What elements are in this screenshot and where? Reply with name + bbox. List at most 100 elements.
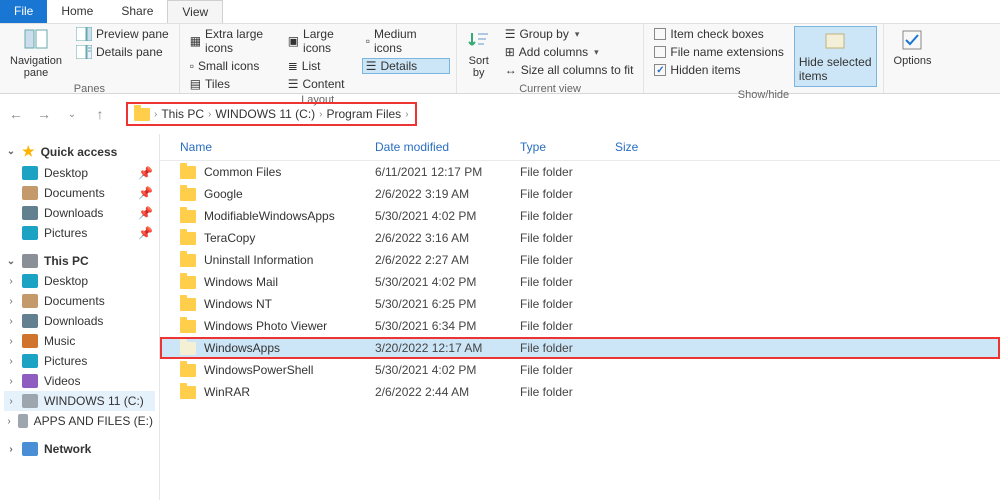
group-show-hide: Item check boxes File name extensions Hi…: [644, 24, 883, 93]
breadcrumb[interactable]: › This PC › WINDOWS 11 (C:) › Program Fi…: [126, 102, 417, 126]
layout-small[interactable]: ▫Small icons: [186, 58, 284, 74]
file-type: File folder: [520, 385, 615, 399]
breadcrumb-item[interactable]: WINDOWS 11 (C:): [215, 107, 315, 121]
file-row[interactable]: TeraCopy2/6/2022 3:16 AMFile folder: [160, 227, 1000, 249]
expand-icon: ›: [6, 316, 16, 327]
grid-icon: ▫: [190, 59, 194, 73]
file-row[interactable]: Windows NT5/30/2021 6:25 PMFile folder: [160, 293, 1000, 315]
tab-share[interactable]: Share: [107, 0, 167, 23]
group-panes: Navigation pane Preview pane Details pan…: [0, 24, 180, 93]
file-name: Common Files: [204, 165, 281, 179]
file-row[interactable]: Windows Photo Viewer5/30/2021 6:34 PMFil…: [160, 315, 1000, 337]
file-row[interactable]: Common Files6/11/2021 12:17 PMFile folde…: [160, 161, 1000, 183]
tree-quick-access[interactable]: ⌄★Quick access: [4, 140, 155, 163]
tree-item[interactable]: Pictures📌: [4, 223, 155, 243]
file-type: File folder: [520, 209, 615, 223]
folder-type-icon: [22, 314, 38, 328]
group-by-button[interactable]: ☰Group by▾: [501, 26, 638, 42]
tree-item[interactable]: ›WINDOWS 11 (C:): [4, 391, 155, 411]
tree-item[interactable]: ›Pictures: [4, 351, 155, 371]
breadcrumb-item[interactable]: This PC: [161, 107, 204, 121]
tree-item[interactable]: ›Downloads: [4, 311, 155, 331]
breadcrumb-item[interactable]: Program Files: [327, 107, 402, 121]
file-date: 2/6/2022 2:27 AM: [375, 253, 520, 267]
file-type: File folder: [520, 187, 615, 201]
file-name: Uninstall Information: [204, 253, 313, 267]
expand-icon: ›: [6, 376, 16, 387]
forward-button[interactable]: →: [32, 102, 56, 126]
chevron-down-icon: ▾: [594, 47, 599, 58]
col-date[interactable]: Date modified: [375, 140, 520, 154]
hide-selected-button[interactable]: Hide selected items: [794, 26, 877, 87]
hidden-items-toggle[interactable]: Hidden items: [650, 62, 787, 78]
tab-file[interactable]: File: [0, 0, 47, 23]
file-row[interactable]: WinRAR2/6/2022 2:44 AMFile folder: [160, 381, 1000, 403]
ribbon: Navigation pane Preview pane Details pan…: [0, 24, 1000, 94]
navigation-pane-button[interactable]: Navigation pane: [6, 26, 66, 81]
tree-item[interactable]: ›Documents: [4, 291, 155, 311]
up-button[interactable]: ↑: [88, 102, 112, 126]
layout-extra-large[interactable]: ▦Extra large icons: [186, 26, 284, 56]
checkmark-icon: [900, 28, 924, 52]
tree-this-pc[interactable]: ⌄This PC: [4, 251, 155, 271]
col-type[interactable]: Type: [520, 140, 615, 154]
details-pane-label: Details pane: [96, 45, 163, 59]
preview-pane-button[interactable]: Preview pane: [72, 26, 173, 42]
expand-icon: ›: [6, 336, 16, 347]
file-row[interactable]: ModifiableWindowsApps5/30/2021 4:02 PMFi…: [160, 205, 1000, 227]
item-check-boxes-toggle[interactable]: Item check boxes: [650, 26, 787, 42]
navigation-pane-icon: [24, 28, 48, 52]
file-date: 5/30/2021 6:25 PM: [375, 297, 520, 311]
add-columns-button[interactable]: ⊞Add columns▾: [501, 44, 638, 60]
file-row[interactable]: WindowsPowerShell5/30/2021 4:02 PMFile f…: [160, 359, 1000, 381]
file-row[interactable]: WindowsApps3/20/2022 12:17 AMFile folder: [160, 337, 1000, 359]
chevron-down-icon: ▾: [575, 29, 580, 40]
pin-icon: 📌: [138, 226, 153, 240]
grid-icon: ▦: [190, 34, 201, 48]
navigation-tree: ⌄★Quick access Desktop📌Documents📌Downloa…: [0, 134, 160, 500]
options-button[interactable]: Options: [890, 26, 936, 69]
tab-view[interactable]: View: [167, 0, 223, 23]
tree-item[interactable]: ›Videos: [4, 371, 155, 391]
tree-item[interactable]: Desktop📌: [4, 163, 155, 183]
tab-home[interactable]: Home: [47, 0, 107, 23]
folder-type-icon: [22, 274, 38, 288]
file-row[interactable]: Uninstall Information2/6/2022 2:27 AMFil…: [160, 249, 1000, 271]
file-row[interactable]: Windows Mail5/30/2021 4:02 PMFile folder: [160, 271, 1000, 293]
layout-details[interactable]: ☰Details: [362, 58, 450, 74]
star-icon: ★: [22, 143, 35, 160]
recent-button[interactable]: ⌄: [60, 102, 84, 126]
tree-item[interactable]: ›APPS AND FILES (E:): [4, 411, 155, 431]
details-pane-button[interactable]: Details pane: [72, 44, 173, 60]
tree-item[interactable]: Downloads📌: [4, 203, 155, 223]
pin-icon: 📌: [138, 186, 153, 200]
folder-icon: [180, 320, 196, 333]
col-size[interactable]: Size: [615, 140, 695, 154]
tree-item[interactable]: ›Music: [4, 331, 155, 351]
tree-item[interactable]: Documents📌: [4, 183, 155, 203]
tree-network[interactable]: ›Network: [4, 439, 155, 459]
folder-type-icon: [22, 226, 38, 240]
file-type: File folder: [520, 231, 615, 245]
layout-medium[interactable]: ▫Medium icons: [362, 26, 450, 56]
file-date: 5/30/2021 6:34 PM: [375, 319, 520, 333]
chevron-right-icon: ›: [154, 109, 157, 120]
file-row[interactable]: Google2/6/2022 3:19 AMFile folder: [160, 183, 1000, 205]
file-name: Windows Photo Viewer: [204, 319, 327, 333]
filename-ext-toggle[interactable]: File name extensions: [650, 44, 787, 60]
layout-large[interactable]: ▣Large icons: [284, 26, 362, 56]
layout-content[interactable]: ☰Content: [284, 76, 362, 92]
col-name[interactable]: Name: [180, 140, 375, 154]
sort-by-button[interactable]: Sort by: [463, 26, 495, 81]
back-button[interactable]: ←: [4, 102, 28, 126]
tree-item[interactable]: ›Desktop: [4, 271, 155, 291]
size-columns-button[interactable]: ↔Size all columns to fit: [501, 62, 638, 78]
file-list: Name Date modified Type Size Common File…: [160, 134, 1000, 500]
expand-icon: ›: [6, 276, 16, 287]
file-name: WindowsPowerShell: [204, 363, 313, 377]
folder-icon: [180, 342, 196, 355]
layout-list[interactable]: ≣List: [284, 58, 362, 74]
expand-icon: ›: [6, 396, 16, 407]
chevron-right-icon: ›: [208, 109, 211, 120]
layout-tiles[interactable]: ▤Tiles: [186, 76, 284, 92]
